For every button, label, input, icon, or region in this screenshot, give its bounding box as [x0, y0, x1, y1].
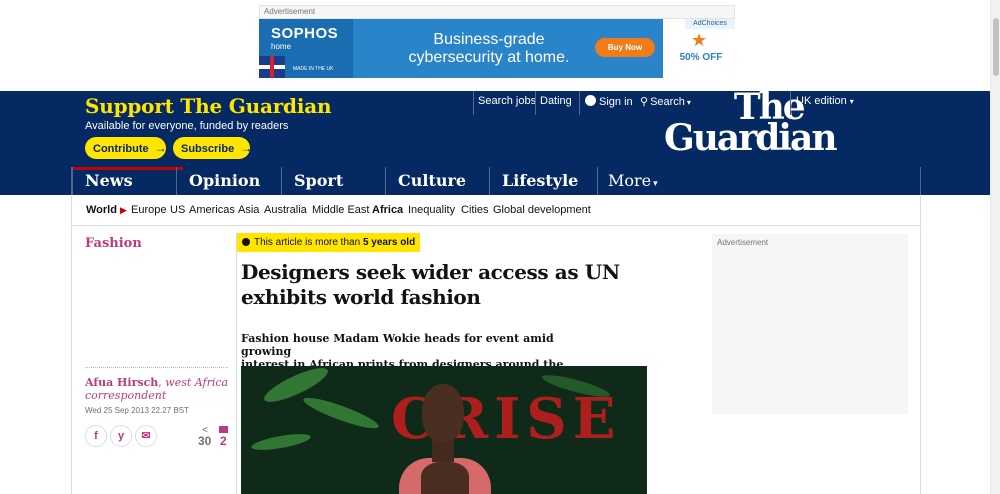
ad-headline-line2: cybersecurity at home. [408, 49, 570, 66]
uk-flag-icon [259, 56, 285, 78]
dating-link[interactable]: Dating [540, 95, 572, 107]
site-header: Support The Guardian Available for every… [0, 89, 990, 167]
subnav-item-americas[interactable]: Americas [189, 204, 235, 216]
standfirst-line1: Fashion house Madam Wokie heads for even… [241, 332, 554, 358]
subnav-item-inequality[interactable]: Inequality [408, 204, 455, 216]
column-divider [236, 233, 237, 494]
section-label[interactable]: Fashion [85, 236, 142, 251]
headline-line2: exhibits world fashion [241, 285, 481, 309]
model-head [422, 384, 464, 442]
twitter-share-button[interactable]: y [110, 425, 132, 447]
ad-brand-sub: home [271, 42, 292, 51]
support-title[interactable]: Support The Guardian [85, 94, 332, 118]
author-role-line2: correspondent [85, 389, 167, 402]
subnav-item-middle-east[interactable]: Middle East [312, 204, 369, 216]
subnav-item-africa[interactable]: Africa [372, 204, 403, 216]
arrow-right-icon: → [240, 141, 253, 155]
advertisement-label: Advertisement [259, 5, 735, 19]
logo-line2: Guardian [664, 117, 838, 159]
ad-headline: Business-grade cybersecurity at home. [389, 31, 589, 67]
subscribe-button[interactable]: Subscribe → [173, 137, 253, 159]
byline: Afua Hirsch, west Africa correspondent [85, 376, 229, 402]
share-count: 30 [198, 434, 212, 448]
top-advertisement[interactable]: Advertisement SOPHOS home MADE IN THE UK… [259, 5, 735, 78]
ad-buy-now-button[interactable]: Buy Now [595, 38, 655, 57]
subnav-world[interactable]: World [86, 204, 117, 216]
subnav-item-global-development[interactable]: Global development [493, 204, 591, 216]
age-value: 5 years old [362, 237, 416, 248]
author-link[interactable]: Afua Hirsch [85, 376, 158, 389]
comment-count[interactable]: 2 [220, 434, 227, 448]
divider [790, 91, 791, 115]
page-scrollbar[interactable] [990, 0, 1000, 494]
pillar-frame [71, 167, 921, 195]
headline-line1: Designers seek wider access as UN [241, 260, 620, 284]
scrollbar-thumb[interactable] [993, 18, 999, 76]
divider [473, 91, 474, 115]
ad-brand: SOPHOS [271, 25, 339, 42]
article-headline: Designers seek wider access as UN exhibi… [241, 260, 621, 310]
ad-headline-line1: Business-grade [433, 31, 545, 48]
twitter-icon: y [117, 430, 125, 442]
background-foliage [301, 392, 381, 434]
subnav-item-europe[interactable]: Europe [131, 204, 166, 216]
age-prefix: This article is more than [254, 237, 363, 248]
comment-icon[interactable] [219, 426, 228, 433]
sign-in-label: Sign in [599, 96, 633, 108]
model-chest [421, 462, 469, 494]
author-role: west Africa [165, 376, 229, 389]
ad-offer-text: 50% OFF [679, 52, 723, 63]
facebook-share-button[interactable]: f [85, 425, 107, 447]
arrow-right-icon: → [154, 141, 167, 155]
search-jobs-link[interactable]: Search jobs [478, 95, 536, 107]
background-foliage [250, 430, 312, 454]
support-subtitle: Available for everyone, funded by reader… [85, 120, 289, 132]
star-icon: ★ [691, 30, 708, 50]
publish-date: Wed 25 Sep 2013 22.27 BST [85, 406, 189, 415]
sub-navigation: World ▶ Europe US Americas Asia Australi… [71, 196, 921, 226]
account-icon [585, 95, 596, 106]
subnav-item-asia[interactable]: Asia [238, 204, 259, 216]
divider [535, 91, 536, 115]
edition-label: UK edition [796, 95, 847, 107]
right-advertisement[interactable]: Advertisement [712, 234, 908, 414]
adchoices-link[interactable]: AdChoices [685, 19, 735, 29]
subnav-item-cities[interactable]: Cities [461, 204, 489, 216]
email-share-button[interactable]: ✉ [135, 425, 157, 447]
edition-selector[interactable]: UK edition ▾ [796, 95, 854, 107]
subscribe-label: Subscribe [181, 143, 235, 155]
ad-made-in: MADE IN THE UK [293, 66, 334, 72]
clock-icon [242, 238, 250, 246]
email-icon: ✉ [141, 430, 151, 442]
subnav-item-australia[interactable]: Australia [264, 204, 307, 216]
contribute-button[interactable]: Contribute → [85, 137, 167, 159]
facebook-icon: f [94, 430, 98, 442]
subnav-item-us[interactable]: US [170, 204, 185, 216]
sign-in-link[interactable]: Sign in [585, 95, 633, 108]
article-age-warning: This article is more than 5 years old [237, 233, 420, 252]
triangle-right-icon: ▶ [120, 205, 127, 215]
divider [579, 91, 580, 115]
meta-divider [85, 367, 228, 368]
search-icon: ⚲ [640, 96, 649, 108]
ad-banner[interactable]: SOPHOS home MADE IN THE UK Business-grad… [259, 19, 735, 78]
advertisement-label: Advertisement [717, 238, 769, 247]
chevron-down-icon: ▾ [849, 97, 854, 106]
article-main-image[interactable]: CRISE [241, 366, 647, 494]
contribute-label: Contribute [93, 143, 149, 155]
